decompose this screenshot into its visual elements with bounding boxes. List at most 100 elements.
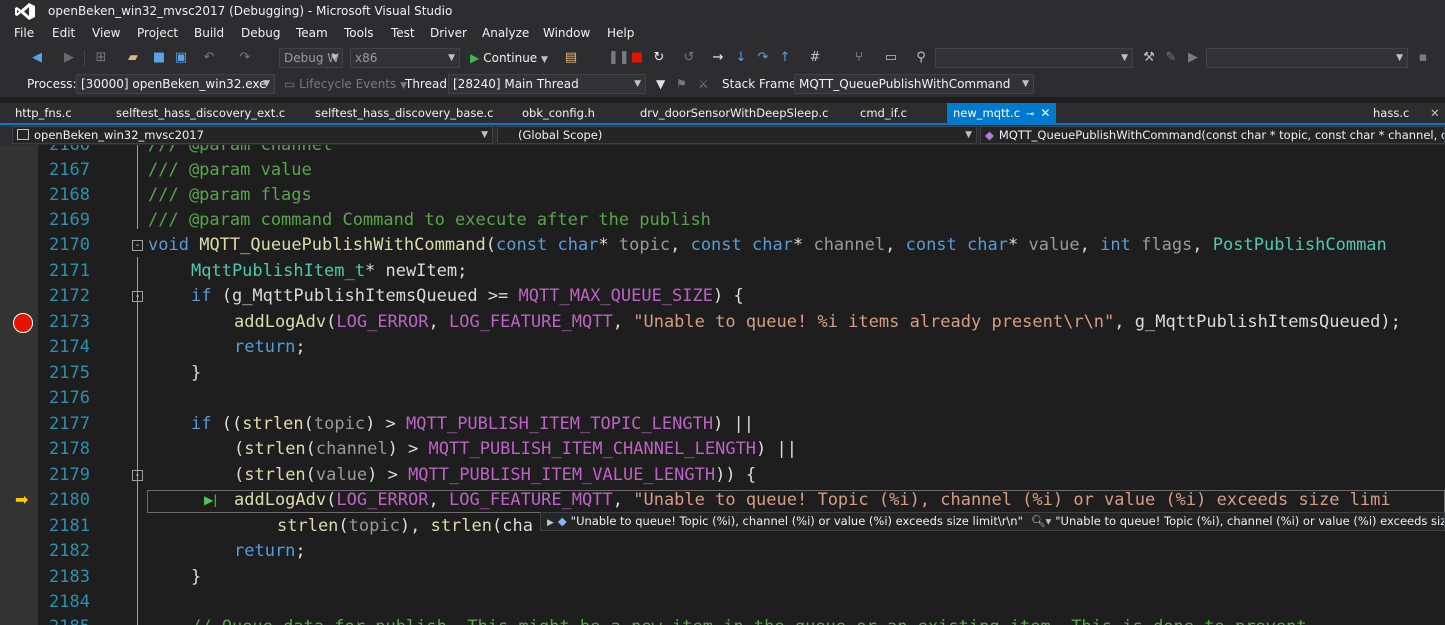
- code-text: addLogAdv(LOG_ERROR, LOG_FEATURE_MQTT, "…: [234, 312, 1401, 332]
- break-all-icon[interactable]: ❚❚: [608, 49, 630, 67]
- line-number: 2176: [49, 388, 90, 408]
- menu-debug[interactable]: Debug: [241, 26, 280, 40]
- build-icon[interactable]: ⚒: [1140, 49, 1158, 67]
- step-out-icon[interactable]: ↑: [776, 49, 794, 67]
- magnifier-icon[interactable]: 🔍︎▾: [1031, 514, 1051, 528]
- tab-obk-config[interactable]: obk_config.h: [522, 106, 595, 120]
- document-tabs: http_fns.c selftest_hass_discovery_ext.c…: [0, 103, 1445, 125]
- flag-icon[interactable]: ⚑: [676, 77, 687, 91]
- threads-icon[interactable]: ⑂: [850, 49, 868, 67]
- line-number: 2180: [49, 490, 90, 510]
- menu-tools[interactable]: Tools: [344, 26, 374, 40]
- target-combo[interactable]: ▼: [1206, 48, 1408, 68]
- show-next-statement-icon[interactable]: →: [709, 49, 727, 67]
- tab-http-fns[interactable]: http_fns.c: [15, 106, 72, 120]
- datatip[interactable]: ▶ ◆ "Unable to queue! Topic (%i), channel …: [540, 512, 1445, 531]
- toolbar-more-icon[interactable]: ▪: [1414, 49, 1432, 67]
- member-dropdown[interactable]: ◆ MQTT_QueuePublishWithCommand(const char…: [980, 126, 1445, 144]
- code-text: }: [191, 567, 202, 587]
- tab-drv-doorsensor[interactable]: drv_doorSensorWithDeepSleep.c: [640, 106, 828, 120]
- new-project-icon[interactable]: ⊞: [92, 49, 110, 67]
- code-line: 2168 /// @param flags: [0, 183, 1445, 209]
- menu-project[interactable]: Project: [137, 26, 178, 40]
- save-all-icon[interactable]: ▣: [172, 49, 190, 67]
- menu-driver[interactable]: Driver: [430, 26, 467, 40]
- scope-dropdown[interactable]: (Global Scope) ▼: [497, 126, 977, 144]
- navigate-back-icon[interactable]: ◀: [28, 49, 46, 67]
- pencil-icon[interactable]: ✎: [1162, 49, 1180, 67]
- code-text: (strlen(channel) > MQTT_PUBLISH_ITEM_CHA…: [234, 439, 797, 459]
- datatip-value: "Unable to queue! Topic (%i), channel (%…: [570, 514, 1023, 528]
- open-file-icon[interactable]: ▰: [124, 49, 142, 67]
- expand-icon[interactable]: ▶: [547, 518, 554, 528]
- menu-view[interactable]: View: [92, 26, 120, 40]
- close-icon[interactable]: ✕: [1040, 106, 1050, 120]
- apply-code-changes-icon[interactable]: ↺: [680, 49, 698, 67]
- project-dropdown[interactable]: openBeken_win32_mvsc2017 ▼: [12, 126, 493, 144]
- stack-frame-dropdown[interactable]: MQTT_QueuePublishWithCommand ▼: [794, 74, 1034, 94]
- line-number: 2177: [49, 414, 90, 434]
- lifecycle-events-button[interactable]: ▭ Lifecycle Events ▼: [284, 77, 407, 91]
- flag-clear-icon[interactable]: ⚔: [698, 77, 709, 91]
- line-number: 2175: [49, 363, 90, 383]
- code-text: (strlen(value) > MQTT_PUBLISH_ITEM_VALUE…: [234, 465, 757, 485]
- stop-debugging-icon[interactable]: ■: [628, 49, 646, 67]
- run-icon[interactable]: ▶: [1184, 49, 1202, 67]
- tab-cmd-if[interactable]: cmd_if.c: [860, 106, 907, 120]
- menu-team[interactable]: Team: [296, 26, 328, 40]
- solution-platform-dropdown[interactable]: x86 ▼: [350, 48, 460, 68]
- find-icon[interactable]: ⚲: [912, 49, 930, 67]
- code-editor[interactable]: 2166 /// @param channel 2167 /// @param …: [0, 145, 1445, 625]
- code-text: return;: [234, 541, 306, 561]
- collapse-icon[interactable]: -: [132, 290, 143, 302]
- tab-selftest-hass-discovery-base[interactable]: selftest_hass_discovery_base.c: [315, 106, 493, 120]
- stack-frame-label: Stack Frame:: [722, 77, 801, 91]
- step-over-icon[interactable]: ↷: [754, 49, 772, 67]
- collapse-icon[interactable]: -: [132, 239, 143, 251]
- code-text: /// @param channel: [148, 145, 333, 155]
- undo-icon[interactable]: ↶: [200, 49, 218, 67]
- save-icon[interactable]: ■: [150, 49, 168, 67]
- window-title: openBeken_win32_mvsc2017 (Debugging) - M…: [48, 4, 453, 18]
- collapse-icon[interactable]: -: [132, 469, 143, 481]
- code-text: // Queue data for publish. This might be…: [191, 615, 1307, 625]
- tab-hass[interactable]: hass.c: [1373, 106, 1409, 120]
- comment-icon[interactable]: ▭: [882, 49, 900, 67]
- process-dropdown[interactable]: [30000] openBeken_win32.exe ▼: [76, 74, 275, 94]
- breakpoint-icon[interactable]: [13, 313, 33, 333]
- code-text: return;: [234, 337, 306, 357]
- menu-test[interactable]: Test: [391, 26, 415, 40]
- code-text: strlen(topic), strlen(cha: [277, 516, 533, 536]
- code-line: 2169 /// @param command Command to execu…: [0, 208, 1445, 234]
- menu-edit[interactable]: Edit: [52, 26, 75, 40]
- code-line: 2178 (strlen(channel) > MQTT_PUBLISH_ITE…: [0, 437, 1445, 463]
- tab-selftest-hass-discovery-ext[interactable]: selftest_hass_discovery_ext.c: [116, 106, 285, 120]
- line-number: 2168: [49, 185, 90, 205]
- code-line: 2167 /// @param value: [0, 158, 1445, 184]
- step-into-icon[interactable]: ↓: [732, 49, 750, 67]
- find-combo[interactable]: ▼: [935, 48, 1133, 68]
- thread-dropdown[interactable]: [28240] Main Thread ▼: [448, 74, 646, 94]
- line-number: 2167: [49, 160, 90, 180]
- menu-analyze[interactable]: Analyze: [482, 26, 529, 40]
- menu-build[interactable]: Build: [194, 26, 224, 40]
- restart-icon[interactable]: ↻: [650, 49, 668, 67]
- run-to-click-icon[interactable]: ▶|: [204, 493, 217, 507]
- hex-display-icon[interactable]: #: [806, 49, 824, 67]
- tab-new-mqtt[interactable]: new_mqtt.c ⊸ ✕: [947, 103, 1057, 123]
- line-number: 2184: [49, 592, 90, 612]
- continue-button[interactable]: ▶ Continue ▼: [470, 49, 548, 67]
- menu-window[interactable]: Window: [543, 26, 590, 40]
- solution-configuration-dropdown[interactable]: Debug W ▼: [279, 48, 343, 68]
- tab-overflow-close-icon[interactable]: ✕: [1430, 106, 1440, 120]
- process-icon[interactable]: ▤: [562, 49, 580, 67]
- code-line: 2171 MqttPublishItem_t* newItem;: [0, 259, 1445, 285]
- pin-icon[interactable]: ⊸: [1026, 109, 1034, 120]
- code-text: void MQTT_QueuePublishWithCommand(const …: [148, 235, 1387, 255]
- filter-icon[interactable]: ▼: [656, 77, 665, 91]
- redo-icon[interactable]: ↷: [236, 49, 254, 67]
- menu-help[interactable]: Help: [607, 26, 634, 40]
- menu-file[interactable]: File: [14, 26, 34, 40]
- menu-bar: File Edit View Project Build Debug Team …: [0, 23, 1445, 45]
- navigate-forward-icon[interactable]: ▶: [60, 49, 78, 67]
